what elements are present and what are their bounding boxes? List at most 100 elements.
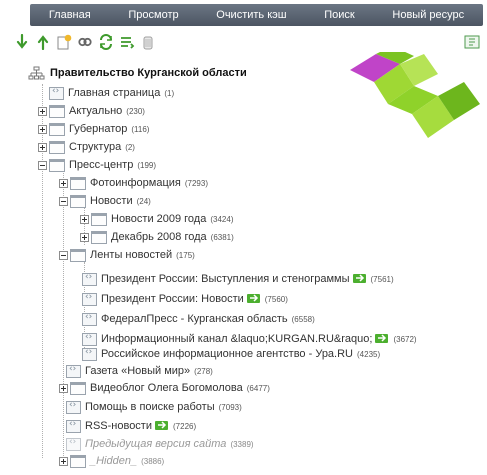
tree-node-count: (7093) — [218, 402, 242, 412]
tree-node[interactable]: Губернатор (116) — [38, 120, 149, 138]
tree-node-count: (3424) — [210, 214, 234, 224]
folder-icon — [49, 122, 65, 136]
tree-node-count: (3886) — [141, 456, 165, 466]
tree-root-label: Правительство Курганской области — [50, 67, 247, 79]
tree-node[interactable]: Пресс-центр (199) — [38, 156, 156, 174]
document-icon — [82, 347, 97, 361]
tree-line — [63, 170, 64, 456]
expand-icon[interactable] — [38, 124, 47, 134]
tree-node-label: Главная страница — [68, 87, 161, 99]
folder-icon — [49, 158, 65, 172]
tree-node[interactable]: Президент России: Выступления и стеногра… — [82, 270, 394, 288]
tree-node[interactable]: _Hidden_ (3886) — [59, 452, 164, 470]
folder-icon — [91, 212, 107, 226]
document-icon — [82, 312, 97, 326]
expand-icon[interactable] — [38, 142, 47, 152]
tree-node[interactable]: Ленты новостей (175) — [59, 246, 195, 264]
tree-node-count: (116) — [131, 124, 150, 134]
tree-node-count: (199) — [137, 160, 157, 170]
tree-node[interactable]: RSS-новости (7226) — [66, 417, 196, 435]
tree-node-count: (6477) — [246, 383, 270, 393]
tree-node-label: Ленты новостей — [90, 249, 173, 261]
collapse-icon[interactable] — [59, 196, 68, 206]
rss-feed-icon — [154, 420, 169, 432]
tree-node[interactable]: Видеоблог Олега Богомолова (6477) — [59, 379, 270, 397]
folder-icon — [91, 230, 107, 244]
tree-node-label: Российское информационное агентство - Ур… — [101, 348, 353, 360]
tree-node-count: (230) — [126, 106, 145, 116]
tree-node-label: Новости 2009 года — [111, 213, 207, 225]
expand-icon[interactable] — [59, 178, 68, 188]
tree-node-count: (24) — [136, 196, 151, 206]
document-icon — [66, 400, 81, 414]
tree-node-label: Структура — [69, 141, 122, 153]
tree-node[interactable]: Российское информационное агентство - Ур… — [82, 345, 380, 363]
tree-node-count: (7293) — [184, 178, 208, 188]
tree-node-count: (1) — [164, 88, 175, 98]
rss-feed-icon — [374, 333, 389, 345]
document-icon — [66, 364, 81, 378]
tree-node-label: Губернатор — [69, 123, 128, 135]
folder-icon — [70, 248, 86, 262]
tree-node-label: Фотоинформация — [90, 177, 181, 189]
sitemap-icon — [28, 66, 45, 81]
tree-node-count: (7561) — [370, 274, 394, 284]
tree-node[interactable]: Фотоинформация (7293) — [59, 174, 208, 192]
expand-icon[interactable] — [59, 383, 68, 393]
tree-node[interactable]: Предыдущая версия сайта (3389) — [66, 435, 254, 453]
tree-node[interactable]: Новости (24) — [59, 192, 151, 210]
rss-feed-icon — [246, 293, 261, 305]
tree-node[interactable]: Декабрь 2008 года (6381) — [80, 228, 234, 246]
resource-tree: Правительство Курганской области Главная… — [0, 0, 487, 475]
collapse-icon[interactable] — [59, 250, 68, 260]
document-icon — [82, 272, 97, 286]
tree-node-count: (7560) — [264, 294, 288, 304]
expand-icon[interactable] — [80, 232, 89, 242]
folder-icon — [70, 176, 86, 190]
expand-icon[interactable] — [80, 214, 89, 224]
tree-node[interactable]: Новости 2009 года (3424) — [80, 210, 233, 228]
tree-node-label: Декабрь 2008 года — [111, 231, 207, 243]
collapse-icon[interactable] — [38, 160, 47, 170]
tree-node[interactable]: Актуально (230) — [38, 102, 145, 120]
tree-node-count: (3389) — [230, 439, 254, 449]
tree-node[interactable]: ФедералПресс - Курганская область (6558) — [82, 310, 315, 328]
tree-node-label: Газета «Новый мир» — [85, 365, 191, 377]
document-icon — [82, 332, 97, 346]
tree-node-label: Актуально — [69, 105, 123, 117]
tree-node[interactable]: Газета «Новый мир» (278) — [66, 362, 213, 380]
tree-node-label: Помощь в поиске работы — [85, 401, 215, 413]
tree-node-count: (7226) — [173, 421, 197, 431]
folder-icon — [70, 454, 86, 468]
rss-feed-icon — [352, 273, 367, 285]
document-icon — [66, 437, 81, 451]
expand-icon[interactable] — [59, 456, 68, 466]
document-icon — [82, 292, 97, 306]
tree-node-count: (278) — [194, 366, 213, 376]
tree-node-label: Новости — [90, 195, 133, 207]
tree-node-count: (3672) — [393, 334, 417, 344]
tree-node[interactable]: Президент России: Новости (7560) — [82, 290, 288, 308]
tree-node-label: _Hidden_ — [90, 455, 138, 467]
tree-node-count: (2) — [125, 142, 135, 152]
tree-node-label: Предыдущая версия сайта — [85, 438, 227, 450]
tree-node-label: Президент России: Новости — [101, 293, 244, 305]
expand-icon[interactable] — [38, 106, 47, 116]
tree-node-count: (175) — [176, 250, 195, 260]
tree-node[interactable]: Главная страница (1) — [49, 84, 174, 102]
document-icon — [49, 86, 64, 100]
tree-root[interactable]: Правительство Курганской области — [28, 64, 247, 82]
tree-node[interactable]: Структура (2) — [38, 138, 135, 156]
tree-node-label: ФедералПресс - Курганская область — [101, 313, 288, 325]
document-icon — [66, 419, 81, 433]
tree-node-count: (4235) — [357, 349, 381, 359]
tree-node-label: RSS-новости — [85, 420, 152, 432]
tree-node-label: Президент России: Выступления и стеногра… — [101, 273, 350, 285]
folder-icon — [49, 104, 65, 118]
tree-node-label: Информационный канал &laquo;KURGAN.RU&ra… — [101, 333, 373, 345]
folder-icon — [70, 194, 86, 208]
tree-node-count: (6381) — [210, 232, 234, 242]
tree-node-label: Видеоблог Олега Богомолова — [90, 382, 243, 394]
tree-node[interactable]: Помощь в поиске работы (7093) — [66, 398, 242, 416]
folder-icon — [70, 381, 86, 395]
